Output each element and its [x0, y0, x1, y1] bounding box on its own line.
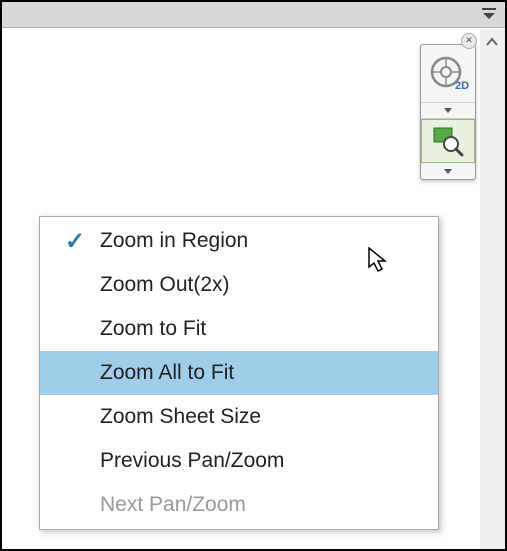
menu-item-zoom-in-region[interactable]: ✓ Zoom in Region [40, 219, 438, 263]
steering-wheel-dropdown[interactable] [421, 103, 475, 119]
navigation-toolbar: ✕ 2D [420, 44, 476, 180]
zoom-region-icon [431, 125, 465, 157]
steering-wheel-button[interactable]: 2D [421, 45, 475, 103]
panel-content: ✕ 2D [2, 29, 505, 549]
zoom-region-dropdown[interactable] [421, 163, 475, 179]
chevron-down-icon [444, 169, 452, 174]
menu-label: Zoom Out(2x) [100, 273, 438, 297]
menu-label: Previous Pan/Zoom [100, 449, 438, 473]
panel-options-dropdown-icon[interactable] [481, 7, 497, 19]
menu-item-zoom-out-2x[interactable]: Zoom Out(2x) [40, 263, 438, 307]
zoom-context-menu: ✓ Zoom in Region Zoom Out(2x) Zoom to Fi… [39, 216, 439, 530]
vertical-scrollbar[interactable] [480, 29, 505, 549]
menu-item-zoom-sheet-size[interactable]: Zoom Sheet Size [40, 395, 438, 439]
steering-wheel-2d-icon: 2D [427, 53, 469, 95]
close-icon: ✕ [465, 35, 473, 45]
panel-titlebar [2, 2, 505, 28]
chevron-down-icon [444, 108, 452, 113]
menu-item-zoom-to-fit[interactable]: Zoom to Fit [40, 307, 438, 351]
zoom-region-button[interactable] [421, 119, 475, 163]
menu-label: Zoom All to Fit [100, 361, 438, 385]
menu-label: Zoom to Fit [100, 317, 438, 341]
checkmark-icon: ✓ [65, 227, 85, 256]
menu-label: Next Pan/Zoom [100, 493, 438, 517]
menu-label: Zoom in Region [100, 229, 438, 253]
menu-check-gutter: ✓ [50, 227, 100, 256]
menu-label: Zoom Sheet Size [100, 405, 438, 429]
menu-item-previous-pan-zoom[interactable]: Previous Pan/Zoom [40, 439, 438, 483]
scroll-up-icon[interactable] [485, 35, 499, 49]
menu-item-next-pan-zoom: Next Pan/Zoom [40, 483, 438, 527]
menu-item-zoom-all-to-fit[interactable]: Zoom All to Fit [40, 351, 438, 395]
svg-text:2D: 2D [455, 80, 469, 92]
